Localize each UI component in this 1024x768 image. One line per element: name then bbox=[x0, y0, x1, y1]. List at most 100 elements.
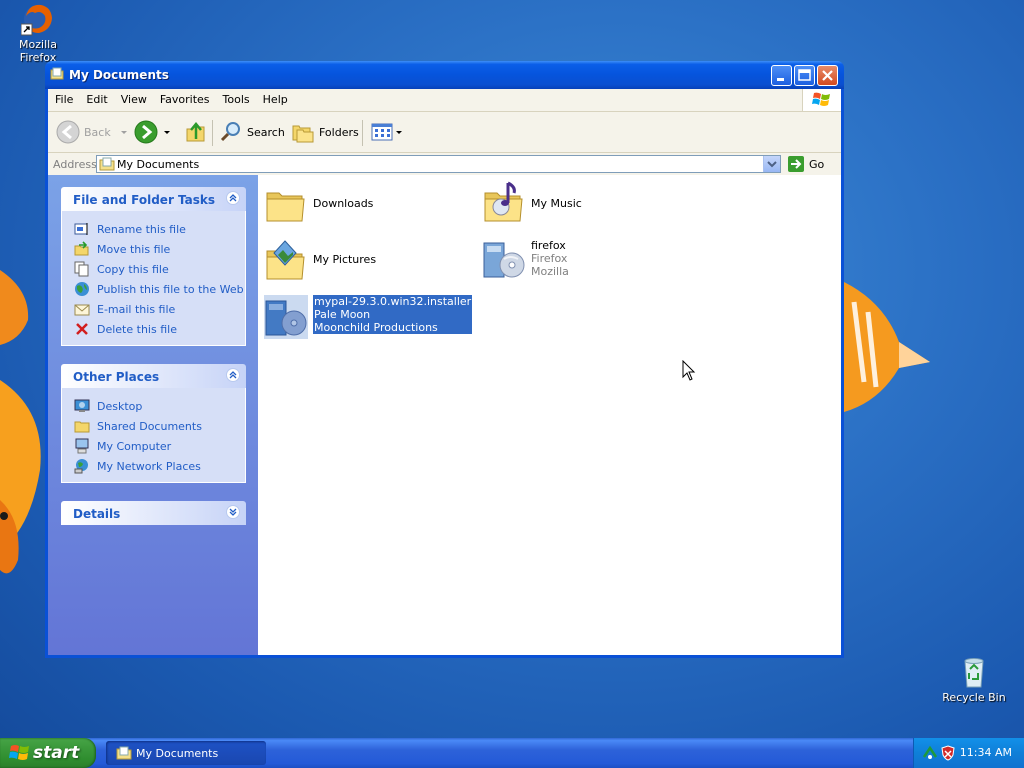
file-item-firefox[interactable]: firefox Firefox Mozilla bbox=[482, 237, 569, 281]
views-button[interactable] bbox=[370, 120, 404, 144]
windows-logo-icon bbox=[802, 89, 841, 111]
folder-icon bbox=[266, 192, 305, 222]
menu-help[interactable]: Help bbox=[256, 89, 294, 106]
panel-title: Other Places bbox=[73, 370, 160, 384]
place-desktop[interactable]: Desktop bbox=[74, 396, 245, 416]
maximize-button[interactable] bbox=[794, 65, 815, 86]
desktop-icon bbox=[74, 399, 90, 412]
menu-file[interactable]: File bbox=[48, 89, 79, 106]
task-email[interactable]: E-mail this file bbox=[74, 299, 245, 319]
menu-view[interactable]: View bbox=[114, 89, 153, 106]
views-icon bbox=[371, 123, 393, 141]
file-list: Downloads My Music My Pictures firefox F… bbox=[258, 175, 841, 655]
folders-button[interactable]: Folders bbox=[291, 120, 359, 144]
desktop-icon-label: Recycle Bin bbox=[942, 691, 1006, 704]
installer-icon bbox=[483, 242, 525, 278]
close-button[interactable] bbox=[817, 65, 838, 86]
search-icon bbox=[220, 122, 240, 142]
panel-body: Desktop Shared Documents My Computer My … bbox=[61, 388, 246, 483]
explorer-window: My Documents File Edit View Favorites Tools H… bbox=[45, 61, 844, 658]
desktop-icon-recycle-bin[interactable]: Recycle Bin bbox=[936, 655, 1012, 704]
place-label: Desktop bbox=[97, 399, 143, 413]
task-publish[interactable]: Publish this file to the Web bbox=[74, 279, 245, 299]
fish-decoration-left bbox=[0, 270, 41, 574]
title-bar[interactable]: My Documents bbox=[45, 61, 844, 89]
go-button[interactable]: Go bbox=[787, 155, 824, 173]
pictures-folder-icon bbox=[266, 240, 305, 280]
my-documents-icon bbox=[99, 157, 115, 171]
fish-decoration-right bbox=[844, 282, 930, 412]
collapse-chevron-icon[interactable] bbox=[226, 191, 240, 205]
mouse-cursor-icon bbox=[682, 360, 696, 381]
panel-body: Rename this file Move this file Copy thi… bbox=[61, 211, 246, 346]
go-label: Go bbox=[809, 157, 825, 171]
toolbar-separator bbox=[212, 120, 213, 146]
file-item-mypal-installer[interactable]: mypal-29.3.0.win32.installer Pale Moon M… bbox=[264, 295, 473, 339]
toolbar-separator bbox=[362, 120, 363, 146]
task-move[interactable]: Move this file bbox=[74, 239, 245, 259]
back-label: Back bbox=[84, 125, 111, 139]
menu-favorites[interactable]: Favorites bbox=[153, 89, 216, 106]
file-name: mypal-29.3.0.win32.installer bbox=[314, 295, 472, 308]
panel-header[interactable]: File and Folder Tasks bbox=[61, 187, 246, 211]
file-item-my-pictures[interactable]: My Pictures bbox=[264, 237, 376, 281]
clock: 11:34 AM bbox=[959, 746, 1012, 759]
computer-icon bbox=[75, 438, 89, 454]
search-button[interactable]: Search bbox=[219, 120, 285, 144]
globe-icon bbox=[75, 282, 89, 296]
folder-icon bbox=[116, 746, 132, 760]
file-item-my-music[interactable]: My Music bbox=[482, 179, 582, 223]
place-my-computer[interactable]: My Computer bbox=[74, 436, 245, 456]
network-tray-icon[interactable] bbox=[922, 745, 938, 761]
address-input[interactable]: My Documents bbox=[96, 155, 781, 173]
file-company: Moonchild Productions bbox=[314, 321, 438, 334]
address-value: My Documents bbox=[117, 158, 200, 171]
window-title: My Documents bbox=[69, 68, 169, 82]
panel-details: Details bbox=[61, 501, 246, 525]
expand-chevron-icon[interactable] bbox=[226, 505, 240, 519]
minimize-button[interactable] bbox=[771, 65, 792, 86]
collapse-chevron-icon[interactable] bbox=[226, 368, 240, 382]
task-copy[interactable]: Copy this file bbox=[74, 259, 245, 279]
file-company: Mozilla bbox=[531, 265, 569, 278]
taskbar-item-label: My Documents bbox=[136, 747, 219, 760]
panel-header[interactable]: Details bbox=[61, 501, 246, 525]
panel-header[interactable]: Other Places bbox=[61, 364, 246, 388]
panel-title: File and Folder Tasks bbox=[73, 193, 216, 207]
up-folder-button[interactable] bbox=[184, 120, 208, 144]
task-rename[interactable]: Rename this file bbox=[74, 219, 245, 239]
task-delete[interactable]: Delete this file bbox=[74, 319, 245, 339]
search-label: Search bbox=[247, 125, 285, 139]
window-body: FileEditViewFavoritesToolsHelp Back bbox=[48, 89, 841, 655]
file-item-downloads[interactable]: Downloads bbox=[264, 183, 373, 227]
forward-button[interactable] bbox=[134, 120, 174, 144]
copy-icon bbox=[74, 261, 89, 277]
place-label: My Network Places bbox=[97, 459, 201, 473]
place-shared-documents[interactable]: Shared Documents bbox=[74, 416, 245, 436]
taskbar-item-my-documents[interactable]: My Documents bbox=[106, 741, 266, 765]
address-label: Address bbox=[53, 158, 97, 171]
recycle-bin-icon bbox=[957, 655, 991, 689]
panel-other-places: Other Places Desktop Shared Documents My… bbox=[61, 364, 246, 483]
address-dropdown-button[interactable] bbox=[763, 156, 780, 172]
place-my-network-places[interactable]: My Network Places bbox=[74, 456, 245, 476]
menu-bar: File Edit View Favorites Tools Help bbox=[48, 89, 841, 112]
rename-icon bbox=[74, 223, 88, 235]
system-tray: 11:34 AM bbox=[913, 738, 1024, 768]
start-button[interactable]: start bbox=[0, 738, 96, 768]
chevron-down-icon bbox=[164, 131, 170, 134]
delete-x-icon bbox=[76, 323, 88, 335]
task-label: Move this file bbox=[97, 242, 171, 256]
desktop-icon-firefox[interactable]: Mozilla Firefox bbox=[0, 2, 76, 64]
back-button[interactable]: Back bbox=[56, 120, 131, 144]
folder-icon bbox=[50, 67, 64, 80]
folders-label: Folders bbox=[319, 125, 359, 139]
task-label: Copy this file bbox=[97, 262, 169, 276]
menu-tools[interactable]: Tools bbox=[216, 89, 256, 106]
file-name: firefox bbox=[531, 239, 566, 252]
minimize-icon bbox=[777, 78, 784, 81]
chevron-down-icon bbox=[120, 131, 127, 134]
file-name: Downloads bbox=[313, 197, 374, 210]
security-shield-icon[interactable] bbox=[940, 745, 956, 761]
menu-edit[interactable]: Edit bbox=[79, 89, 113, 106]
